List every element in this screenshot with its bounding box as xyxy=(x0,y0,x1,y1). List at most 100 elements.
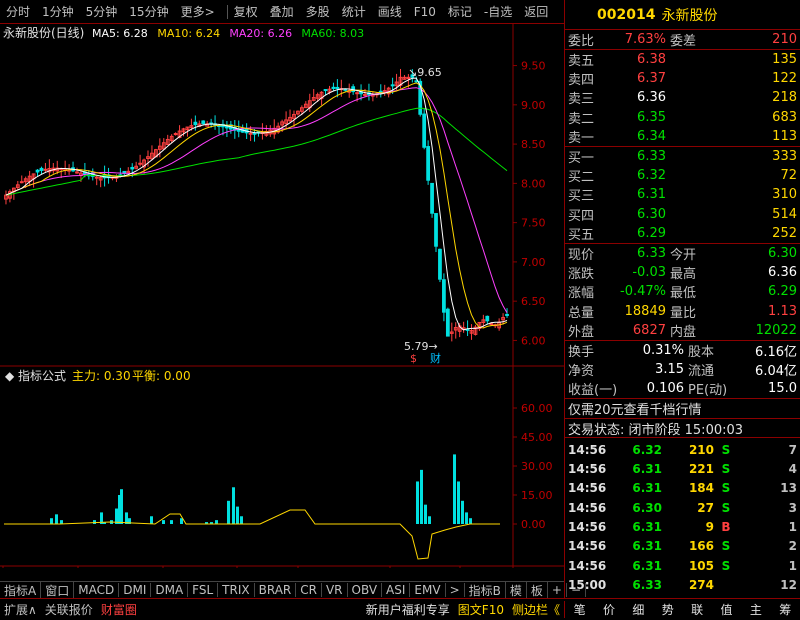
indicator-main: 主力: 0.30 xyxy=(72,369,131,383)
toolbar-item[interactable]: 叠加 xyxy=(264,3,300,20)
bottom-left-item[interactable]: 财富圈 xyxy=(97,601,141,618)
ma-label: MA20: 6.26 xyxy=(229,27,292,40)
toolbar-item[interactable]: 1分钟 xyxy=(36,3,80,20)
order-ratio-row: 委比 7.63% 委差 210 xyxy=(565,30,800,49)
side-tab[interactable]: 笔 xyxy=(570,601,590,618)
indicator-tab[interactable]: 窗口 xyxy=(41,581,75,599)
quote-label: 现价 xyxy=(568,248,595,263)
bottom-left-item[interactable]: 扩展∧ xyxy=(0,601,41,618)
candle-body xyxy=(331,86,336,89)
ma-label: MA60: 8.03 xyxy=(301,27,364,40)
indicator-tab[interactable]: DMI xyxy=(119,583,152,597)
trade-status: 交易状态: 闭市阶段 15:00:03 xyxy=(568,422,744,438)
quote-value2: 1.13 xyxy=(768,303,797,319)
toolbar-item[interactable]: 复权 xyxy=(228,3,264,20)
quote-panel: 委比 7.63% 委差 210 卖五 6.38 135 卖四 6.37 122 卖三 6.36 218 卖… xyxy=(564,30,800,598)
indicator-tab[interactable]: CR xyxy=(296,583,322,597)
fin-label2: 流通 xyxy=(688,363,715,379)
side-tab[interactable]: 价 xyxy=(599,601,619,618)
side-tab[interactable]: 势 xyxy=(658,601,678,618)
indicator-tab[interactable]: OBV xyxy=(348,583,383,597)
price-tick-label: 6.50 xyxy=(521,295,546,308)
tick-price: 6.31 xyxy=(632,558,662,573)
fin-label: 净资 xyxy=(568,363,595,379)
side-tab[interactable]: 细 xyxy=(628,601,648,618)
indicator-tab[interactable]: BRAR xyxy=(255,583,297,597)
fin-label: 收益(一) xyxy=(568,383,618,399)
indicator-title: ◆ 指标公式 xyxy=(5,368,66,383)
indicator-tab[interactable]: TRIX xyxy=(218,583,255,597)
tick-volume: 9 xyxy=(705,520,714,535)
candle-body xyxy=(19,181,24,184)
promo-link[interactable]: 新用户福利专享 xyxy=(362,601,454,618)
indicator-tab[interactable]: MACD xyxy=(74,583,120,597)
toolbar-item[interactable]: 标记 xyxy=(442,3,478,20)
bottom-left-item[interactable]: 关联报价 xyxy=(41,601,97,618)
toolbar-item[interactable]: 更多> xyxy=(175,3,221,20)
indicator-tab[interactable]: 模 xyxy=(506,581,527,599)
quote-label2: 最低 xyxy=(670,286,697,302)
bottom-right-item[interactable]: 侧边栏《 xyxy=(508,601,564,618)
candle-body xyxy=(442,279,446,313)
fund-flow-bar xyxy=(55,514,58,524)
tick-volume: 210 xyxy=(688,442,714,457)
candle-body xyxy=(505,313,509,316)
indicator-tab[interactable]: VR xyxy=(322,583,348,597)
indicator-tab[interactable]: DMA xyxy=(151,583,189,597)
bid-row: 买三 6.31 310 xyxy=(565,185,800,204)
tick-direction: S xyxy=(721,539,731,554)
ind-tick-label: 30.00 xyxy=(521,460,553,473)
toolbar-item[interactable]: 画线 xyxy=(372,3,408,20)
tick-time: 14:56 xyxy=(568,539,607,554)
toolbar-item[interactable]: 返回 xyxy=(518,3,554,20)
indicator-tab[interactable]: EMV xyxy=(410,583,446,597)
tick-price: 6.33 xyxy=(632,577,662,592)
kline-chart[interactable]: 永新股份(日线) MA5: 6.28 MA10: 6.24 MA20: 6.26 MA6… xyxy=(0,24,564,568)
side-tab[interactable]: 主 xyxy=(746,601,766,618)
quote-value: 6827 xyxy=(632,323,666,339)
price-tick-label: 8.50 xyxy=(521,138,546,151)
row-price: 6.31 xyxy=(637,187,666,203)
indicator-tab[interactable]: 板 xyxy=(527,581,548,599)
fund-flow-bar xyxy=(465,512,468,524)
toolbar-item[interactable]: 5分钟 xyxy=(80,3,124,20)
indicator-tab[interactable]: 指标B xyxy=(465,581,506,599)
toolbar-item[interactable]: 15分钟 xyxy=(123,3,174,20)
indicator-tab[interactable]: 指标A xyxy=(0,581,42,599)
row-price: 6.38 xyxy=(637,52,666,68)
side-tab[interactable]: 筹 xyxy=(775,601,795,618)
side-tab[interactable]: 联 xyxy=(687,601,707,618)
indicator-tab[interactable]: FSL xyxy=(188,583,219,597)
quote-row: 涨幅 -0.47% 最低 6.29 xyxy=(565,282,800,301)
fin-label2: PE(动) xyxy=(688,383,728,399)
bottom-right-item[interactable]: 图文F10 xyxy=(454,601,508,618)
row-qty: 72 xyxy=(780,167,797,183)
ask-row: 卖一 6.34 113 xyxy=(565,127,800,146)
side-tab[interactable]: 值 xyxy=(717,601,737,618)
quote-value2: 6.30 xyxy=(768,245,797,261)
toolbar-item[interactable]: 统计 xyxy=(336,3,372,20)
candle-body xyxy=(355,92,359,95)
toolbar-item[interactable]: F10 xyxy=(408,5,442,19)
quote-value: 18849 xyxy=(624,303,666,319)
indicator-tab[interactable]: > xyxy=(446,583,465,597)
fin-row: 换手 0.31% 股本 6.16亿 xyxy=(565,340,800,360)
tick-price: 6.31 xyxy=(632,462,662,477)
fund-flow-bar xyxy=(150,516,153,524)
stock-code: 002014 xyxy=(597,6,656,23)
bid-row: 买二 6.32 72 xyxy=(565,166,800,185)
indicator-tab[interactable]: + xyxy=(548,583,567,597)
tick-direction: S xyxy=(721,442,731,457)
tick-row: 14:56 6.31 221 S 4 xyxy=(565,460,800,479)
promo-row[interactable]: 仅需20元查看千档行情 xyxy=(565,398,800,418)
promo-text[interactable]: 仅需20元查看千档行情 xyxy=(568,399,702,418)
candle-body xyxy=(236,129,241,132)
candle-body xyxy=(426,146,431,181)
toolbar-item[interactable]: -自选 xyxy=(478,3,518,20)
tick-volume: 105 xyxy=(688,558,714,573)
ask-row: 卖五 6.38 135 xyxy=(565,49,800,69)
indicator-tab[interactable]: ASI xyxy=(382,583,411,597)
indicator-tab[interactable]: − xyxy=(567,583,587,597)
toolbar-item[interactable]: 多股 xyxy=(300,3,336,20)
toolbar-item[interactable]: 分时 xyxy=(0,3,36,20)
